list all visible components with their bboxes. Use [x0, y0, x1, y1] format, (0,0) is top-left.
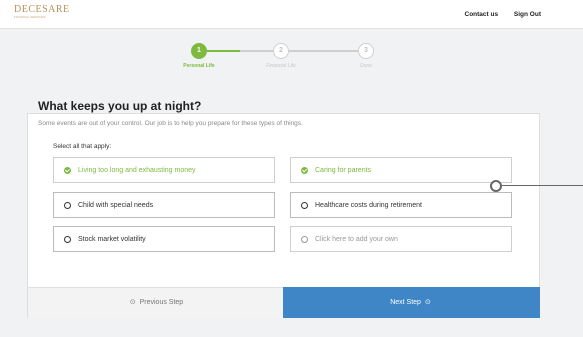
callout-dot [490, 180, 502, 192]
top-bar: DECESARE FINANCIAL SERVICES Contact us S… [0, 0, 583, 29]
step-number: 3 [358, 43, 374, 59]
option-add-your-own[interactable]: Click here to add your own [290, 226, 512, 252]
radio-circle-icon [64, 236, 71, 243]
arrow-left-circle-icon: ⊙ [129, 299, 136, 306]
previous-step-label: Previous Step [139, 299, 184, 306]
logo-text: DECESARE [14, 4, 70, 15]
question-subtitle: Some events are out of your control. Our… [38, 120, 303, 127]
check-icon [301, 167, 308, 174]
previous-step-button[interactable]: ⊙ Previous Step [27, 287, 283, 318]
question-title: What keeps you up at night? [38, 99, 202, 113]
select-prompt: Select all that apply: [53, 143, 112, 150]
step-number: 2 [273, 43, 289, 59]
step-label: Done [360, 63, 372, 69]
logo-subtext: FINANCIAL SERVICES [14, 15, 46, 19]
option-label: Healthcare costs during retirement [315, 202, 422, 209]
contact-us-link[interactable]: Contact us [465, 11, 499, 18]
step-done: 3 Done [321, 43, 411, 69]
step-personal-life: 1 Personal Life [154, 43, 244, 69]
option-healthcare-costs[interactable]: Healthcare costs during retirement [290, 192, 512, 218]
radio-circle-icon [301, 236, 308, 243]
progress-stepper: 1 Personal Life 2 Financial Life 3 Done [0, 43, 583, 73]
option-caring-for-parents[interactable]: Caring for parents [290, 157, 512, 183]
next-step-label: Next Step [390, 299, 421, 306]
option-child-special-needs[interactable]: Child with special needs [53, 192, 275, 218]
step-financial-life: 2 Financial Life [236, 43, 326, 69]
radio-circle-icon [301, 202, 308, 209]
arrow-right-circle-icon: ⊙ [424, 299, 431, 306]
option-label: Stock market volatility [78, 236, 146, 243]
option-stock-market[interactable]: Stock market volatility [53, 226, 275, 252]
option-label: Click here to add your own [315, 236, 398, 243]
option-living-too-long[interactable]: Living too long and exhausting money [53, 157, 275, 183]
step-label: Financial Life [266, 63, 296, 69]
callout-line [502, 185, 583, 186]
check-icon [64, 167, 71, 174]
option-label: Living too long and exhausting money [78, 167, 196, 174]
radio-circle-icon [64, 202, 71, 209]
header-links: Contact us Sign Out [451, 11, 542, 18]
step-label: Personal Life [183, 63, 215, 69]
option-label: Caring for parents [315, 167, 372, 174]
logo[interactable]: DECESARE FINANCIAL SERVICES [14, 4, 70, 20]
next-step-button[interactable]: Next Step ⊙ [283, 287, 540, 318]
option-label: Child with special needs [78, 202, 154, 209]
step-number: 1 [191, 43, 207, 59]
sign-out-link[interactable]: Sign Out [514, 11, 541, 18]
